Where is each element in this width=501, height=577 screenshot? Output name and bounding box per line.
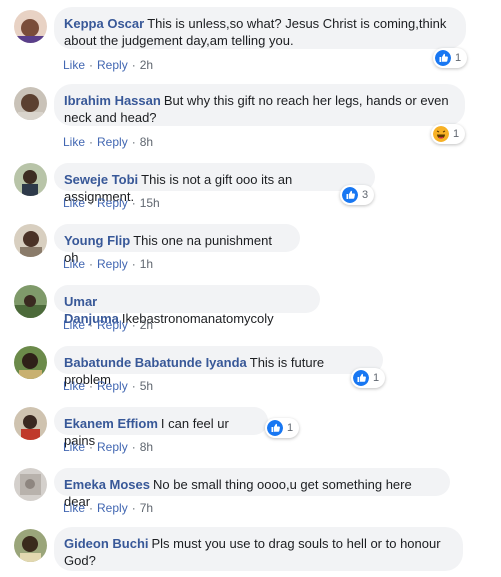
separator: ·: [131, 135, 136, 149]
timestamp[interactable]: 8h: [140, 440, 153, 454]
comment-actions: Like · Reply · 8h: [63, 440, 153, 454]
like-link[interactable]: Like: [63, 58, 85, 72]
avatar[interactable]: [14, 163, 47, 196]
like-link[interactable]: Like: [63, 257, 85, 271]
comment-text: But why this gift no reach her legs, han…: [163, 93, 449, 108]
commenter-name[interactable]: Gideon Buchi: [64, 536, 149, 551]
commenter-name[interactable]: Ekanem Effiom: [64, 416, 158, 431]
reaction-badge[interactable]: 1: [433, 48, 468, 68]
commenter-name[interactable]: Ibrahim Hassan: [64, 93, 161, 108]
like-icon: [342, 187, 358, 203]
like-link[interactable]: Like: [63, 318, 85, 332]
reaction-count: 1: [287, 422, 294, 434]
reply-link[interactable]: Reply: [97, 257, 128, 271]
comment-bubble: Seweje Tobi This is not a gift ooo its an…: [54, 163, 375, 204]
timestamp[interactable]: 15h: [140, 196, 160, 210]
separator: ·: [89, 379, 94, 393]
commenter-name[interactable]: Babatunde Babatunde Iyanda: [64, 355, 247, 370]
comment-bubble: Keppa Oscar This is unless,so what? Jesus…: [54, 7, 466, 49]
avatar[interactable]: [14, 407, 47, 440]
reaction-badge[interactable]: 3: [340, 185, 375, 205]
separator: ·: [89, 58, 94, 72]
separator: ·: [131, 257, 136, 271]
comment-bubble: Young Flip This one na punishment oh: [54, 224, 300, 265]
reply-link[interactable]: Reply: [97, 58, 128, 72]
reaction-count: 1: [373, 372, 380, 384]
like-link[interactable]: Like: [63, 501, 85, 515]
comment-actions: Like · Reply · 2h: [63, 58, 153, 72]
comment-thread: Keppa Oscar This is unless,so what? Jesus…: [0, 0, 501, 577]
comment-bubble: Gideon Buchi Pls must you use to drag sou…: [54, 527, 463, 571]
comment-actions: Like · Reply · 5h: [63, 379, 153, 393]
comment-bubble: Emeka Moses No be small thing oooo,u get …: [54, 468, 450, 509]
separator: ·: [131, 379, 136, 393]
separator: ·: [131, 58, 136, 72]
like-link[interactable]: Like: [63, 135, 85, 149]
separator: ·: [89, 135, 94, 149]
reaction-badge[interactable]: 1: [431, 124, 466, 144]
reaction-count: 1: [453, 128, 460, 140]
reply-link[interactable]: Reply: [97, 501, 128, 515]
comment-actions: Like · Reply · 8h: [63, 135, 153, 149]
reply-link[interactable]: Reply: [97, 440, 128, 454]
comment-bubble: Umar Danjuma Ikebastronomanatomycoly: [54, 285, 320, 326]
timestamp[interactable]: 7h: [140, 501, 153, 515]
timestamp[interactable]: 1h: [140, 257, 153, 271]
comment-text: Pls must you use to drag souls to hell o…: [151, 536, 441, 551]
reaction-badge[interactable]: 1: [351, 368, 386, 388]
avatar[interactable]: [14, 10, 47, 43]
reaction-count: 3: [362, 189, 369, 201]
like-icon: [353, 370, 369, 386]
timestamp[interactable]: 8h: [140, 135, 153, 149]
comment-text: neck and head?: [64, 110, 157, 125]
separator: ·: [89, 257, 94, 271]
timestamp[interactable]: 2h: [140, 58, 153, 72]
like-link[interactable]: Like: [63, 379, 85, 393]
avatar[interactable]: [14, 346, 47, 379]
separator: ·: [89, 196, 94, 210]
comment-bubble: Ekanem Effiom I can feel ur pains: [54, 407, 268, 448]
separator: ·: [89, 501, 94, 515]
separator: ·: [131, 501, 136, 515]
commenter-name[interactable]: Seweje Tobi: [64, 172, 138, 187]
like-icon: [435, 50, 451, 66]
comment-actions: Like · Reply · 1h: [63, 257, 153, 271]
avatar[interactable]: [14, 87, 47, 120]
reply-link[interactable]: Reply: [97, 379, 128, 393]
comment-bubble: Babatunde Babatunde Iyanda This is future…: [54, 346, 383, 387]
like-link[interactable]: Like: [63, 440, 85, 454]
avatar[interactable]: [14, 285, 47, 318]
separator: ·: [131, 440, 136, 454]
commenter-name[interactable]: Young Flip: [64, 233, 130, 248]
reply-link[interactable]: Reply: [97, 135, 128, 149]
comment-actions: Like · Reply · 2h: [63, 318, 153, 332]
reply-link[interactable]: Reply: [97, 196, 128, 210]
avatar[interactable]: [14, 529, 47, 562]
comment-text: about the judgement day,am telling you.: [64, 33, 294, 48]
reply-link[interactable]: Reply: [97, 318, 128, 332]
separator: ·: [131, 318, 136, 332]
like-link[interactable]: Like: [63, 196, 85, 210]
commenter-name[interactable]: Emeka Moses: [64, 477, 150, 492]
comment-text: This is unless,so what? Jesus Christ is …: [147, 16, 447, 31]
comment-text: God?: [64, 553, 96, 568]
commenter-name[interactable]: Keppa Oscar: [64, 16, 144, 31]
separator: ·: [131, 196, 136, 210]
comment-bubble: Ibrahim Hassan But why this gift no reach…: [54, 84, 465, 126]
separator: ·: [89, 440, 94, 454]
haha-icon: [433, 126, 449, 142]
reaction-count: 1: [455, 52, 462, 64]
comment-actions: Like · Reply · 15h: [63, 196, 160, 210]
separator: ·: [89, 318, 94, 332]
timestamp[interactable]: 5h: [140, 379, 153, 393]
timestamp[interactable]: 2h: [140, 318, 153, 332]
comment-actions: Like · Reply · 7h: [63, 501, 153, 515]
avatar[interactable]: [14, 468, 47, 501]
reaction-badge[interactable]: 1: [265, 418, 300, 438]
avatar[interactable]: [14, 224, 47, 257]
like-icon: [267, 420, 283, 436]
